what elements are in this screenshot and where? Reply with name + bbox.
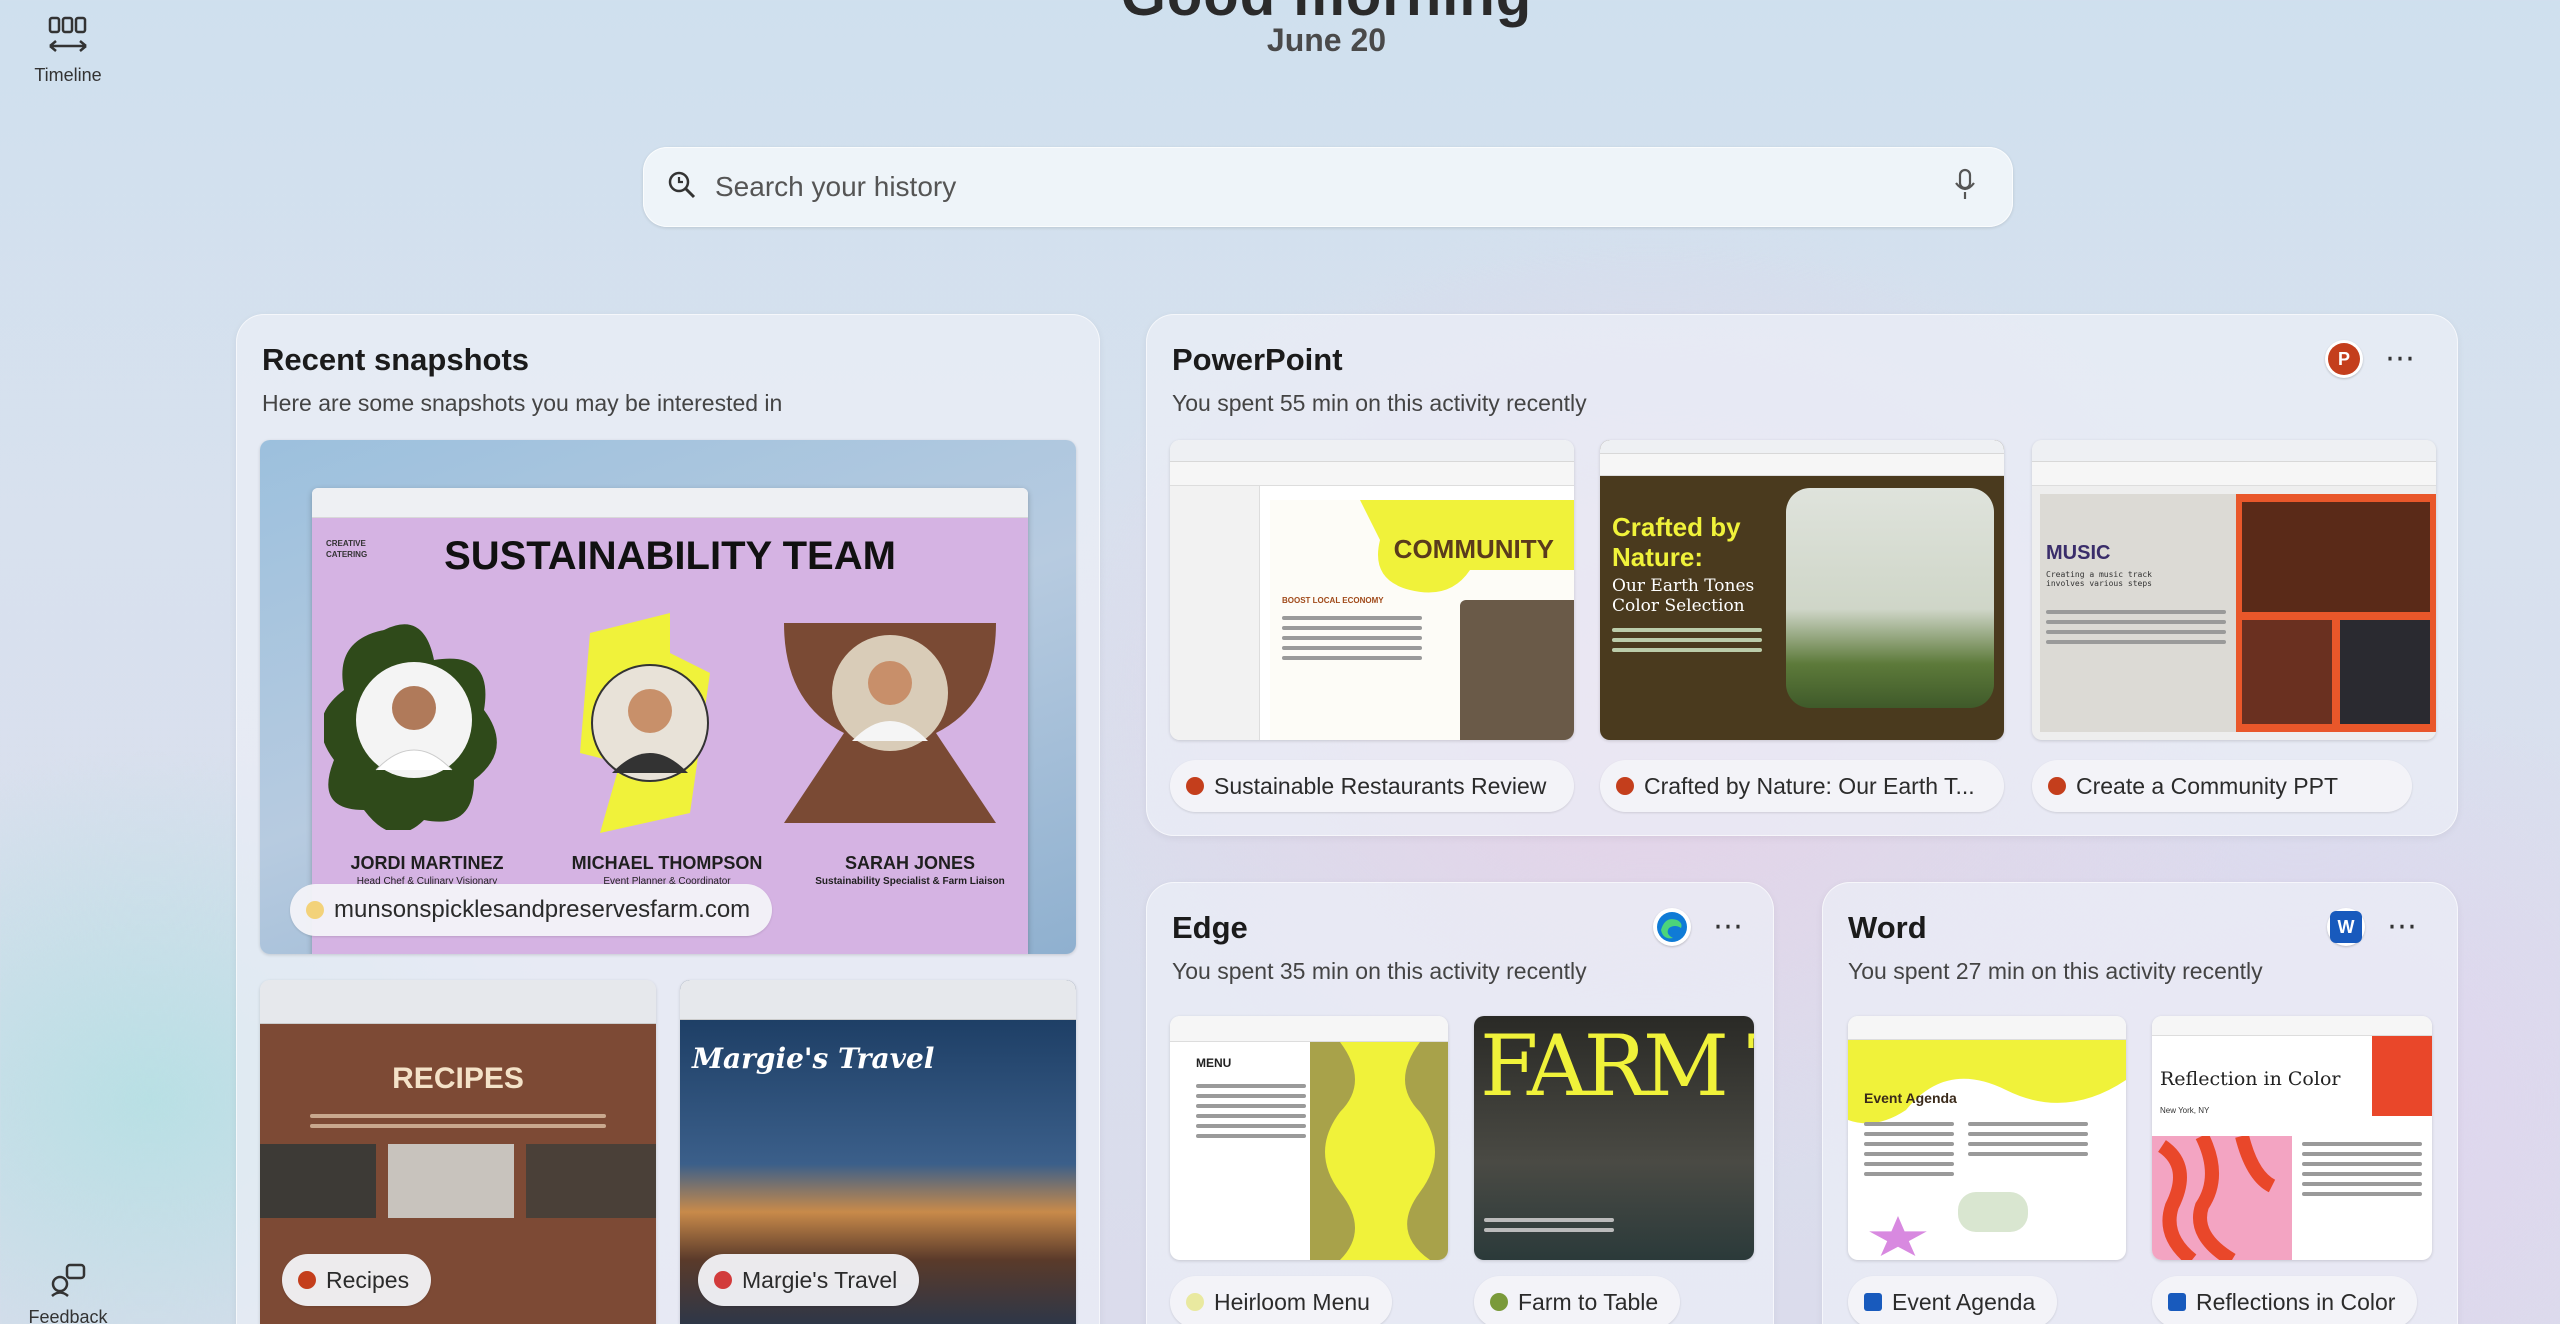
site-favicon-icon: [306, 901, 324, 919]
heirloom-icon: [1186, 1293, 1204, 1311]
edge-item-2-label: Farm to Table: [1518, 1288, 1659, 1315]
margies-travel-label: Margie's Travel: [742, 1266, 898, 1293]
recipes-chip[interactable]: Recipes: [282, 1254, 432, 1306]
more-options-button[interactable]: ⋯: [2381, 912, 2424, 942]
travel-heading: Margie's Travel: [692, 1042, 935, 1075]
search-input[interactable]: [715, 171, 1953, 203]
snapshot-margies-travel[interactable]: Margie's Travel Margie's Travel: [680, 980, 1076, 1324]
card-subtitle: You spent 27 min on this activity recent…: [1848, 958, 2263, 984]
powerpoint-icon: [2048, 777, 2066, 795]
edge-card: Edge You spent 35 min on this activity r…: [1146, 882, 1774, 1324]
powerpoint-item-2-chip[interactable]: Crafted by Nature: Our Earth T...: [1600, 760, 2004, 812]
powerpoint-item-3-label: Create a Community PPT: [2076, 772, 2339, 799]
card-title: PowerPoint: [1172, 342, 1343, 377]
slide-subheading: Our Earth Tones Color Selection: [1612, 576, 1755, 616]
more-options-button[interactable]: ⋯: [1707, 912, 1750, 942]
snapshot-site-label: munsonspicklesandpreservesfarm.com: [334, 896, 751, 923]
card-title: Edge: [1172, 910, 1248, 945]
powerpoint-icon: P: [2325, 340, 2363, 378]
recipes-label: Recipes: [326, 1266, 410, 1293]
slide-title: SUSTAINABILITY TEAM: [444, 534, 896, 578]
slide-heading: COMMUNITY: [1393, 534, 1554, 564]
feedback-button[interactable]: Feedback: [20, 1262, 116, 1324]
snapshot-recipes[interactable]: RECIPES Recipes: [260, 980, 656, 1324]
margies-travel-chip[interactable]: Margie's Travel: [698, 1254, 920, 1306]
card-subtitle: You spent 35 min on this activity recent…: [1172, 958, 1587, 984]
word-item-1-label: Event Agenda: [1892, 1288, 2036, 1315]
powerpoint-thumbnail-3[interactable]: MUSIC Creating a music track involves va…: [2032, 440, 2436, 740]
powerpoint-thumbnail-1[interactable]: COMMUNITY BOOST LOCAL ECONOMY: [1170, 440, 1574, 740]
edge-thumbnail-2[interactable]: FARM TO: [1474, 1016, 1754, 1260]
slide-heading: MUSIC: [2046, 542, 2111, 564]
farm-icon: [1490, 1293, 1508, 1311]
word-item-2-chip[interactable]: Reflections in Color: [2152, 1276, 2418, 1324]
search-bar[interactable]: [643, 147, 2013, 227]
slide-subheading: BOOST LOCAL ECONOMY: [1282, 596, 1384, 605]
powerpoint-thumbnail-2[interactable]: Crafted by Nature: Our Earth Tones Color…: [1600, 440, 2004, 740]
card-subtitle: Here are some snapshots you may be inter…: [262, 390, 783, 416]
feedback-icon: [49, 1262, 87, 1303]
person-name-2: MICHAEL THOMPSON: [571, 853, 763, 873]
search-history-icon: [667, 170, 697, 205]
word-card: Word You spent 27 min on this activity r…: [1822, 882, 2458, 1324]
powerpoint-item-1-label: Sustainable Restaurants Review: [1214, 772, 1547, 799]
powerpoint-item-1-chip[interactable]: Sustainable Restaurants Review: [1170, 760, 1574, 812]
person-shape-2: [560, 613, 740, 833]
word-thumbnail-2[interactable]: Reflection in Color New York, NY: [2152, 1016, 2432, 1260]
edge-thumbnail-1[interactable]: MENU: [1170, 1016, 1448, 1260]
word-thumbnail-1[interactable]: Event Agenda: [1848, 1016, 2126, 1260]
snapshot-main[interactable]: CREATIVE CATERING SUSTAINABILITY TEAM JO…: [260, 440, 1076, 954]
person-name-3: SARAH JONES: [844, 853, 976, 873]
reflection-subheading: New York, NY: [2160, 1106, 2210, 1115]
person-role-3: Sustainability Specialist & Farm Liaison: [815, 876, 1005, 887]
snapshot-site-chip[interactable]: munsonspicklesandpreservesfarm.com: [290, 884, 773, 936]
word-item-2-label: Reflections in Color: [2196, 1288, 2396, 1315]
more-options-button[interactable]: ⋯: [2379, 344, 2422, 374]
farm-heading: FARM TO: [1480, 1017, 1754, 1115]
timeline-label: Timeline: [34, 65, 102, 85]
edge-icon: [1653, 908, 1691, 946]
travel-app-icon: [714, 1271, 732, 1289]
powerpoint-item-2-label: Crafted by Nature: Our Earth T...: [1644, 772, 1975, 799]
powerpoint-icon: [1186, 777, 1204, 795]
edge-item-2-chip[interactable]: Farm to Table: [1474, 1276, 1681, 1324]
reflection-heading: Reflection in Color: [2160, 1068, 2341, 1090]
powerpoint-icon: [298, 1271, 316, 1289]
person-name-1: JORDI MARTINEZ: [350, 853, 504, 873]
edge-item-1-chip[interactable]: Heirloom Menu: [1170, 1276, 1392, 1324]
feedback-label: Feedback: [28, 1307, 108, 1324]
powerpoint-item-3-chip[interactable]: Create a Community PPT: [2032, 760, 2412, 812]
person-shape-3: [784, 623, 996, 823]
powerpoint-card: PowerPoint You spent 55 min on this acti…: [1146, 314, 2458, 836]
recipes-heading: RECIPES: [392, 1062, 524, 1095]
card-title: Recent snapshots: [262, 342, 530, 377]
slide-subheading: Creating a music track involves various …: [2046, 570, 2152, 588]
powerpoint-icon: [1616, 777, 1634, 795]
agenda-heading: Event Agenda: [1864, 1090, 1957, 1106]
card-title: Word: [1848, 910, 1927, 945]
edge-item-1-label: Heirloom Menu: [1214, 1288, 1370, 1315]
menu-heading: MENU: [1196, 1056, 1232, 1070]
word-icon: [2168, 1293, 2186, 1311]
recent-snapshots-card: Recent snapshots Here are some snapshots…: [236, 314, 1100, 1324]
card-subtitle: You spent 55 min on this activity recent…: [1172, 390, 1587, 416]
date-label: June 20: [1266, 22, 1387, 58]
word-item-1-chip[interactable]: Event Agenda: [1848, 1276, 2058, 1324]
microphone-icon[interactable]: [1953, 168, 1977, 207]
word-icon: W: [2327, 908, 2365, 946]
word-icon: [1864, 1293, 1882, 1311]
person-shape-1: [321, 620, 504, 833]
slide-heading: Crafted by Nature:: [1612, 512, 1741, 572]
